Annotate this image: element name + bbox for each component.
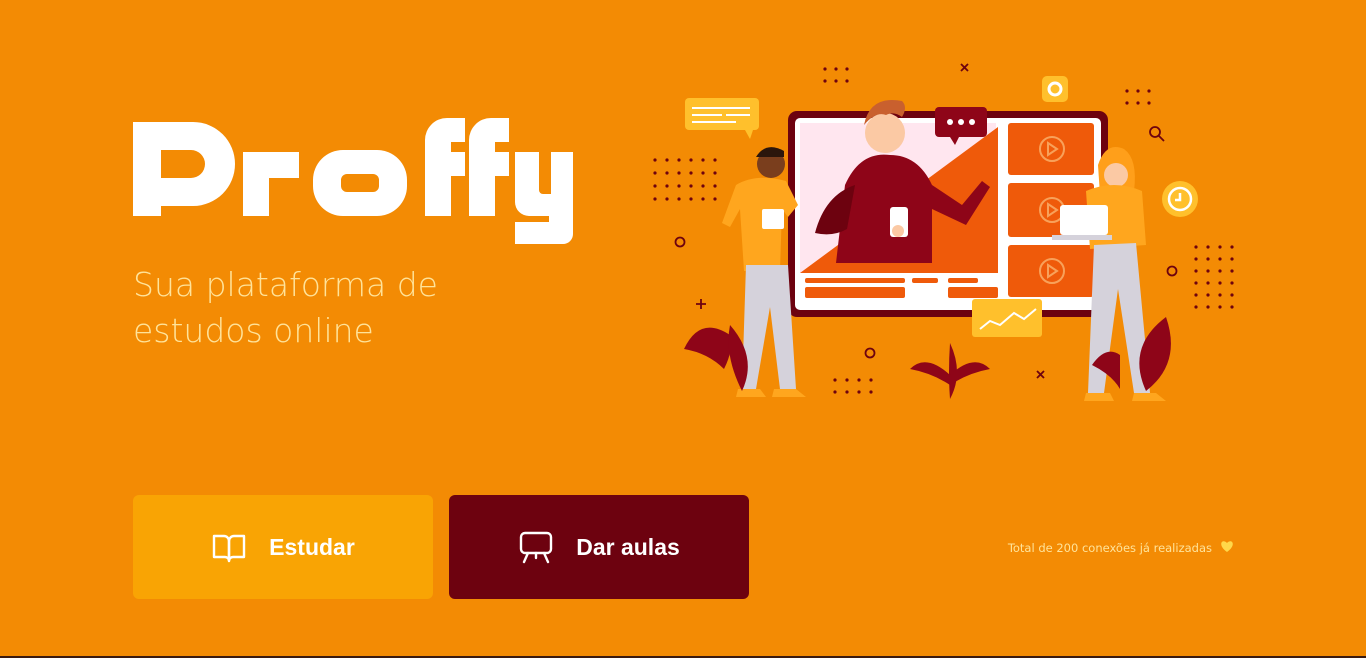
hero-illustration <box>653 63 1234 401</box>
dot-grid <box>833 378 873 394</box>
dot-grid <box>1125 89 1151 105</box>
teach-button[interactable]: Dar aulas <box>449 495 749 599</box>
teach-button-label: Dar aulas <box>576 533 680 560</box>
presentation-board-icon <box>518 529 554 565</box>
proffy-logo <box>133 118 573 244</box>
study-button[interactable]: Estudar <box>133 495 433 599</box>
book-open-icon <box>211 529 247 565</box>
tagline: Sua plataforma de estudos online <box>133 265 438 350</box>
heart-icon <box>1220 540 1234 556</box>
dot-grid <box>1194 245 1234 309</box>
dot-grid <box>823 67 849 83</box>
study-button-label: Estudar <box>269 533 355 560</box>
total-connections: Total de 200 conexões já realizadas <box>1008 540 1234 556</box>
dot-grid <box>653 158 717 201</box>
total-connections-text: Total de 200 conexões já realizadas <box>1007 541 1212 555</box>
